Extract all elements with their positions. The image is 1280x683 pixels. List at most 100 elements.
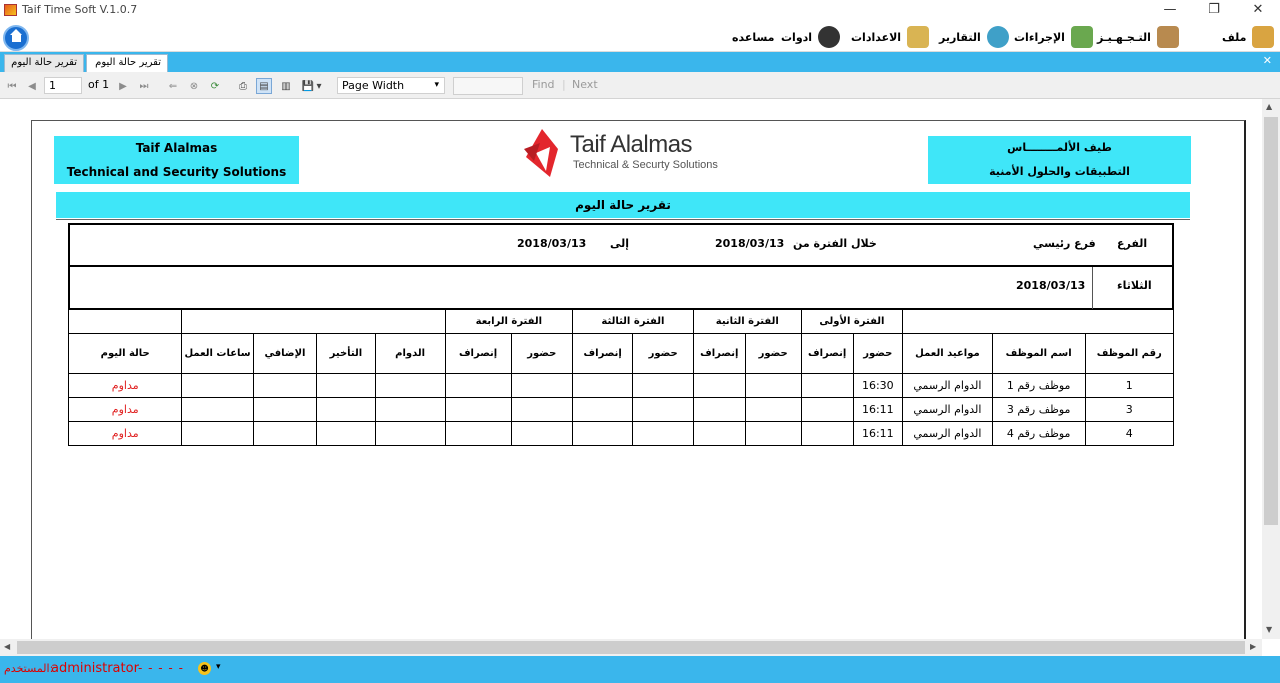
menu-settings[interactable]: الاعدادات [851, 25, 930, 49]
attendance-table: الفترة الأولى الفترة الثانية الفترة الثا… [67, 309, 1175, 446]
home-button[interactable] [3, 25, 29, 51]
col-schedule: مواعيد العمل [902, 333, 993, 374]
company-ar-name: طيف الألمــــــــاس [1007, 141, 1112, 154]
col-emp-name: اسم الموظف [991, 333, 1086, 374]
col-hours: ساعات العمل [181, 333, 254, 374]
scroll-left-icon[interactable]: ◀ [4, 642, 10, 651]
export-dropdown-icon[interactable]: ▾ [315, 78, 323, 94]
cell-empty [692, 373, 746, 398]
cell-empty [744, 373, 802, 398]
window-title: Taif Time Soft V.1.0.7 [22, 3, 138, 16]
back-icon[interactable]: ⇐ [165, 78, 181, 94]
menu-procedures-label: الإجراءات [1014, 30, 1065, 44]
cell-empty [316, 397, 376, 422]
menu-setup[interactable]: التـجـهـيـز [1097, 25, 1179, 49]
table-row: 1 موظف رقم 1 الدوام الرسمي 16:30 مداوم [67, 373, 1175, 398]
last-page-icon[interactable]: ⏭ [136, 78, 152, 94]
app-icon [4, 4, 17, 16]
day-label: الثلاثاء [1117, 279, 1152, 292]
col-out-2: إنصراف [692, 333, 746, 374]
col-in-3: حضور [632, 333, 694, 374]
scroll-up-icon[interactable]: ▲ [1266, 102, 1272, 111]
find-button[interactable]: Find [532, 78, 555, 93]
cell-empty [632, 421, 694, 446]
table-header-row: رقم الموظف اسم الموظف مواعيد العمل حضور … [67, 333, 1175, 374]
header-spacer [181, 309, 446, 334]
print-icon[interactable]: ⎙ [235, 78, 251, 94]
find-input[interactable] [453, 77, 523, 95]
col-extra: الإضافي [252, 333, 318, 374]
page-setup-icon[interactable]: ▥ [278, 78, 294, 94]
page-number-input[interactable]: 1 [44, 77, 82, 94]
prev-page-icon[interactable]: ◀ [24, 78, 40, 94]
divider [56, 219, 1190, 220]
horizontal-scrollbar[interactable]: ◀ ▶ [0, 639, 1262, 656]
print-layout-icon[interactable]: ▤ [256, 78, 272, 94]
close-button[interactable]: ✕ [1236, 0, 1280, 21]
cell-empty [571, 421, 634, 446]
cell-empty [744, 397, 802, 422]
branch-value: فرع رئيسي [1033, 237, 1096, 250]
close-tab-icon[interactable]: ✕ [1263, 54, 1272, 67]
menu-reports[interactable]: التقارير [939, 25, 1009, 49]
cell-status: مداوم [67, 373, 183, 398]
cell-empty [444, 373, 512, 398]
cell-empty [252, 397, 318, 422]
company-logo: Taif Alalmas Technical & Securty Solutio… [520, 127, 720, 179]
folder-icon [1252, 26, 1275, 48]
export-icon[interactable]: 💾 [300, 78, 316, 94]
table-row: 3 موظف رقم 3 الدوام الرسمي 16:11 مداوم [67, 397, 1175, 422]
next-button[interactable]: Next [572, 78, 598, 93]
group-period-4: الفترة الرابعة [444, 309, 574, 334]
cell-schedule: الدوام الرسمي [902, 397, 993, 422]
vertical-scrollbar[interactable]: ▲ ▼ [1262, 99, 1280, 639]
tab-report-1[interactable]: تقرير حالة اليوم [4, 54, 84, 72]
scroll-right-icon[interactable]: ▶ [1250, 642, 1256, 651]
cell-in-1: 16:11 [852, 397, 904, 422]
menu-tools[interactable]: ادوات [781, 25, 841, 49]
tools-icon [818, 26, 841, 48]
next-page-icon[interactable]: ▶ [115, 78, 131, 94]
col-in-1: حضور [852, 333, 904, 374]
col-duty: الدوام [374, 333, 446, 374]
cell-empty [692, 421, 746, 446]
cell-empty [632, 397, 694, 422]
first-page-icon[interactable]: ⏮ [4, 78, 20, 94]
cell-empty [444, 421, 512, 446]
cell-empty [444, 397, 512, 422]
menu-tools-label: ادوات [781, 30, 813, 44]
col-late: التأخير [316, 333, 376, 374]
cell-empty [744, 421, 802, 446]
col-emp-no: رقم الموظف [1084, 333, 1175, 374]
zoom-select[interactable]: Page Width [337, 77, 445, 94]
vertical-scroll-thumb[interactable] [1264, 117, 1278, 525]
user-label: المستخدم: [4, 662, 54, 675]
cell-empty [181, 421, 254, 446]
menu-file[interactable]: ملف [1222, 25, 1275, 49]
header-spacer [902, 309, 1174, 334]
status-dashes: - - - - - [138, 661, 184, 675]
company-en-box: Taif Alalmas Technical and Security Solu… [54, 136, 299, 184]
branch-label: الفرع [1117, 237, 1148, 250]
group-period-3: الفترة الثالثة [572, 309, 694, 334]
cell-empty [632, 373, 694, 398]
menu-procedures[interactable]: الإجراءات [1014, 25, 1093, 49]
cell-empty [374, 397, 446, 422]
stop-icon[interactable]: ⊗ [186, 78, 202, 94]
cell-emp-name: موظف رقم 4 [991, 421, 1086, 446]
scroll-down-icon[interactable]: ▼ [1266, 625, 1272, 634]
minimize-button[interactable]: — [1148, 0, 1192, 21]
user-status-icon[interactable]: ☻ [198, 662, 211, 675]
col-out-3: إنصراف [571, 333, 634, 374]
horizontal-scroll-thumb[interactable] [17, 641, 1245, 654]
restore-button[interactable]: ❐ [1192, 0, 1236, 21]
reports-icon [986, 26, 1009, 48]
refresh-icon[interactable]: ⟳ [207, 78, 223, 94]
company-en-subtitle: Technical and Security Solutions [66, 165, 287, 179]
col-status: حالة اليوم [67, 333, 183, 374]
cell-status: مداوم [67, 397, 183, 422]
user-menu-dropdown-icon[interactable]: ▾ [216, 662, 221, 672]
tab-report-2[interactable]: تقرير حالة اليوم [86, 54, 168, 72]
menu-help[interactable]: مساعده [732, 25, 775, 49]
menu-setup-label: التـجـهـيـز [1097, 30, 1151, 44]
